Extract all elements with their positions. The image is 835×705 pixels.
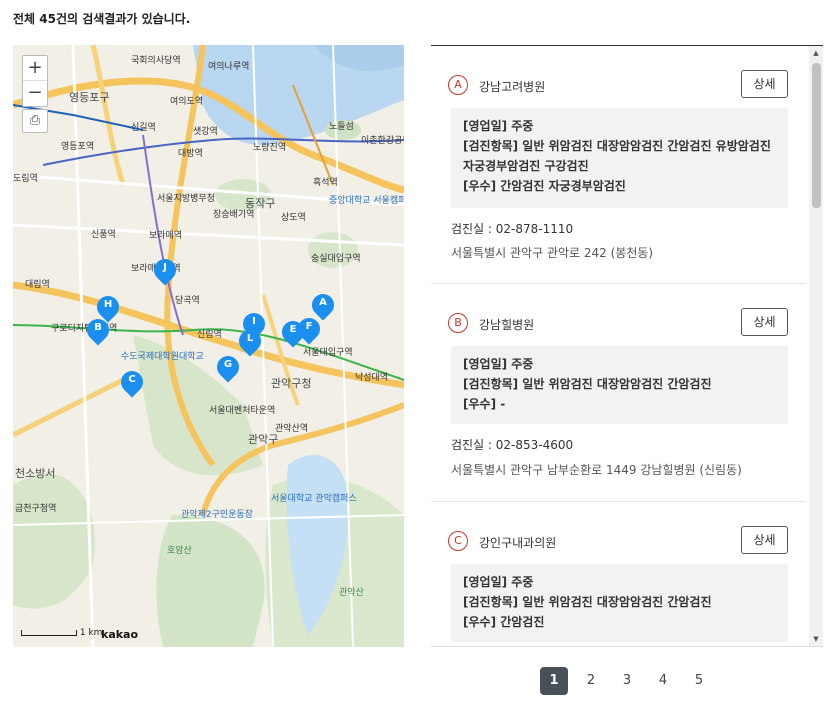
item-name: 강남고려병원 [479,80,546,94]
map-label: 신풍역 [91,230,116,240]
item-letter-badge: A [448,75,468,95]
result-list[interactable]: A 강남고려병원 상세 [영업일] 주중 [검진항목] 일반 위암검진 대장암암… [431,45,823,647]
list-item: A 강남고려병원 상세 [영업일] 주중 [검진항목] 일반 위암검진 대장암암… [431,46,806,284]
map-marker[interactable]: F [293,313,325,348]
map-marker[interactable]: L [234,325,266,360]
page-button[interactable]: 2 [577,667,605,695]
item-checkup-types: [검진항목] 일반 위암검진 대장암암검진 간암검진 [463,377,712,391]
map-label: 대방역 [178,149,203,159]
zoom-out-button[interactable]: − [23,81,47,106]
page-button[interactable]: 4 [649,667,677,695]
map-label: 낙성대역 [355,373,389,383]
detail-button[interactable]: 상세 [741,308,788,336]
item-excellent: [우수] 간암검진 자궁경부암검진 [463,179,626,193]
list-item: C 강인구내과의원 상세 [영업일] 주중 [검진항목] 일반 위암검진 대장암… [431,502,806,646]
map-label: 보라매역 [149,231,183,241]
item-tel: 검진실 : 02-853-4600 [451,438,574,452]
detail-button[interactable]: 상세 [741,526,788,554]
item-tel: 검진실 : 02-878-1110 [451,222,574,236]
map-label: 여의도역 [170,97,204,107]
map-label: 신림역 [197,330,222,340]
item-name: 강남힐병원 [479,318,535,332]
map-label: 여의나루역 [208,62,250,72]
item-workday: [영업일] 주중 [463,575,534,589]
map-label: 상도역 [281,213,306,223]
result-summary: 전체 45건의 검색결과가 있습니다. [13,12,191,26]
map-label: 노량진역 [253,143,287,153]
map-label: 금천구청역 [15,504,57,514]
map-label: 천소방서 [15,467,56,480]
item-workday: [영업일] 주중 [463,119,534,133]
map-label: 호암산 [167,546,192,556]
map-label: 서울대벤처타운역 [209,406,276,416]
item-excellent: [우수] - [463,397,506,411]
map-label: 국회의사당역 [131,56,181,66]
map-label: 서울대학교 관악캠퍼스 [271,494,357,504]
item-excellent: [우수] 간암검진 [463,615,545,629]
map-marker[interactable]: J [149,254,181,289]
map-label: 수도국제대학원대학교 [121,352,204,362]
map-label: 당곡역 [175,296,200,306]
map-marker[interactable]: C [116,366,148,401]
map-label: 노들섬 [329,122,354,132]
map-label: 관악산 [339,588,364,598]
zoom-in-button[interactable]: + [23,56,47,81]
list-item: B 강남힐병원 상세 [영업일] 주중 [검진항목] 일반 위암검진 대장암암검… [431,284,806,502]
item-address: 서울특별시 관악구 남부순환로 1449 강남힐병원 (신림동) [451,463,742,477]
map-label: 신길역 [131,123,156,133]
print-button[interactable]: ⎙ [22,109,48,133]
map-label: 도림역 [13,174,38,184]
item-info-box: [영업일] 주중 [검진항목] 일반 위암검진 대장암암검진 간암검진 [우수]… [451,564,788,642]
item-info-box: [영업일] 주중 [검진항목] 일반 위암검진 대장암암검진 간암검진 유방암검… [451,108,788,208]
item-info-box: [영업일] 주중 [검진항목] 일반 위암검진 대장암암검진 간암검진 [우수]… [451,346,788,424]
map-label: 서울지방병무청 [157,194,215,204]
map-label: 관악구청 [271,377,312,390]
scale-label: 1 km [79,628,103,638]
item-workday: [영업일] 주중 [463,357,534,371]
scrollbar-thumb[interactable] [812,63,821,208]
map-label: 흑석역 [313,178,338,188]
map-label: 대림역 [25,280,50,290]
map-label: 이촌한강공원 [361,136,404,146]
map-label: 숭실대입구역 [311,254,361,264]
detail-button[interactable]: 상세 [741,70,788,98]
map[interactable]: 영등포구 국회의사당역 여의나루역 여의도역 신길역 샛강역 노량진역 대방역 … [13,45,404,647]
scroll-down-icon[interactable]: ▼ [809,635,823,643]
scrollbar[interactable]: ▲ ▼ [809,46,823,646]
map-label: 중앙대학교 서울캠퍼스 [329,196,404,206]
item-checkup-types: [검진항목] 일반 위암검진 대장암암검진 간암검진 [463,595,712,609]
item-letter-badge: B [448,313,468,333]
item-address: 서울특별시 관악구 관악로 242 (봉천동) [451,246,654,260]
scale-bar-line [21,629,77,636]
scroll-up-icon[interactable]: ▲ [809,49,823,57]
map-label: 장승배기역 [213,210,255,220]
map-marker[interactable]: G [212,351,244,386]
map-label: 관악구 [248,433,279,446]
page-button[interactable]: 3 [613,667,641,695]
item-checkup-types: [검진항목] 일반 위암검진 대장암암검진 간암검진 유방암검진 자궁경부암검진… [463,139,771,173]
zoom-control: + − [22,55,48,107]
page-button[interactable]: 5 [685,667,713,695]
scale-bar: 1 km [21,628,102,638]
item-letter-badge: C [448,531,468,551]
map-label: 영등포역 [61,142,95,152]
page-button[interactable]: 1 [540,667,568,695]
map-marker[interactable]: H [92,291,124,326]
map-label: 관악산역 [275,424,309,434]
map-label: 관악제2구민운동장 [181,510,253,520]
item-name: 강인구내과의원 [479,536,557,550]
map-label: 샛강역 [193,127,218,137]
map-label: 영등포구 [69,91,110,104]
kakao-logo: kakao [101,628,139,641]
